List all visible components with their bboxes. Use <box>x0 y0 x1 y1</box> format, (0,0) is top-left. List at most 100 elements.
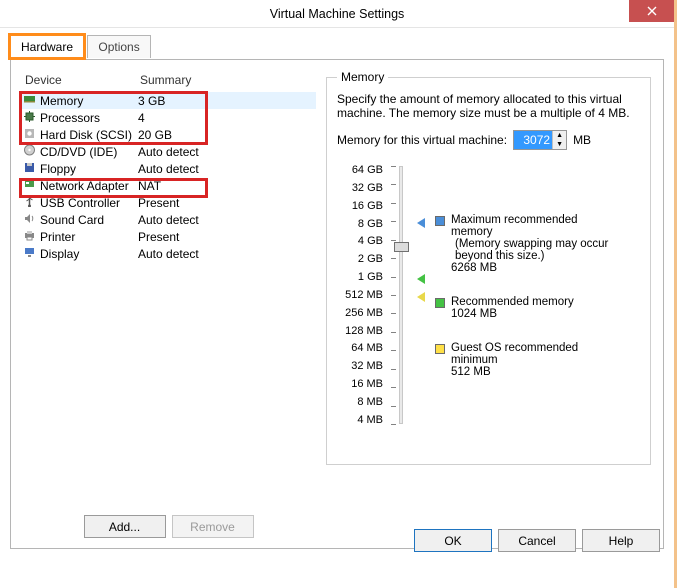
tick-label: 16 GB <box>337 200 383 212</box>
memory-input-label: Memory for this virtual machine: <box>337 133 507 147</box>
spinner-up[interactable]: ▲ <box>553 131 566 140</box>
spinner-down[interactable]: ▼ <box>553 140 566 149</box>
slider-track <box>399 166 403 424</box>
device-row[interactable]: DisplayAuto detect <box>21 245 316 262</box>
device-row[interactable]: Floppy Auto detect <box>21 160 316 177</box>
tick-label: 64 GB <box>337 164 383 176</box>
cpu-icon <box>23 110 36 125</box>
tick-label: 16 MB <box>337 378 383 390</box>
close-icon <box>647 6 657 16</box>
dialog-content: Hardware Options Device Summary Memory3 … <box>0 28 674 557</box>
ok-button[interactable]: OK <box>414 529 492 552</box>
memory-input-row: Memory for this virtual machine: ▲ ▼ MB <box>337 130 640 150</box>
sound-icon <box>23 212 36 227</box>
tick-label: 32 MB <box>337 360 383 372</box>
slider-markers <box>417 164 431 434</box>
usb-icon <box>23 195 36 210</box>
memory-slider[interactable] <box>389 164 413 426</box>
disk-icon <box>23 127 36 142</box>
tick-label: 128 MB <box>337 325 383 337</box>
col-device[interactable]: Device <box>21 70 136 92</box>
rec-label: Recommended memory <box>451 296 574 308</box>
device-name: Memory <box>40 94 83 108</box>
cancel-button[interactable]: Cancel <box>498 529 576 552</box>
dialog-footer: OK Cancel Help <box>414 529 660 552</box>
device-summary: NAT <box>138 179 314 193</box>
device-name: Hard Disk (SCSI) <box>40 128 132 142</box>
device-row[interactable]: Processors4 <box>21 109 316 126</box>
min-label: Guest OS recommended minimum <box>451 342 615 366</box>
window-title: Virtual Machine Settings <box>270 7 405 21</box>
device-summary: 20 GB <box>138 128 314 142</box>
col-summary[interactable]: Summary <box>136 70 316 92</box>
device-name: Sound Card <box>40 213 104 227</box>
max-rec-info: Maximum recommended memory (Memory swapp… <box>435 214 615 274</box>
memory-tick-labels: 64 GB32 GB16 GB8 GB4 GB2 GB1 GB512 MB256… <box>337 164 385 426</box>
floppy-icon <box>23 161 36 176</box>
max-rec-val: 6268 MB <box>451 262 615 274</box>
min-icon <box>435 344 445 354</box>
device-name: CD/DVD (IDE) <box>40 145 117 159</box>
tick-label: 1 GB <box>337 271 383 283</box>
close-button[interactable] <box>629 0 674 22</box>
memory-spinner[interactable]: ▲ ▼ <box>513 130 567 150</box>
device-list-header: Device Summary <box>21 70 316 92</box>
device-list: Memory3 GBProcessors4 Hard Disk (SCSI) 20 … <box>21 92 316 262</box>
device-name: Network Adapter <box>40 179 129 193</box>
tab-panel-hardware: Device Summary Memory3 GBProcessors4Hard… <box>10 59 664 549</box>
max-rec-note: (Memory swapping may occur beyond this s… <box>451 238 615 262</box>
device-row[interactable]: CD/DVD (IDE) Auto detect <box>21 143 316 160</box>
device-summary: 4 <box>138 111 314 125</box>
max-marker-icon <box>417 218 425 228</box>
tick-label: 512 MB <box>337 289 383 301</box>
memory-info: Maximum recommended memory (Memory swapp… <box>435 164 640 434</box>
device-row[interactable]: Network Adapter NAT <box>21 177 316 194</box>
tick-label: 8 MB <box>337 396 383 408</box>
net-icon <box>23 178 36 193</box>
device-name: Floppy <box>40 162 76 176</box>
tick-label: 8 GB <box>337 218 383 230</box>
device-summary: Present <box>138 196 314 210</box>
max-rec-label: Maximum recommended memory <box>451 214 615 238</box>
device-panel: Device Summary Memory3 GBProcessors4Hard… <box>21 70 316 538</box>
device-row[interactable]: USB Controller Present <box>21 194 316 211</box>
memory-legend: Memory <box>337 70 388 84</box>
rec-val: 1024 MB <box>451 308 574 320</box>
settings-panel: Memory Specify the amount of memory allo… <box>324 70 653 538</box>
tab-options[interactable]: Options <box>87 35 150 58</box>
min-val: 512 MB <box>451 366 615 378</box>
tick-label: 4 GB <box>337 235 383 247</box>
slider-thumb[interactable] <box>394 242 409 252</box>
add-button[interactable]: Add... <box>84 515 166 538</box>
device-row[interactable]: Memory3 GB <box>21 92 316 109</box>
titlebar: Virtual Machine Settings <box>0 0 674 28</box>
memory-unit: MB <box>573 133 591 147</box>
memory-desc: Specify the amount of memory allocated t… <box>337 92 640 120</box>
print-icon <box>23 229 36 244</box>
device-row[interactable]: Hard Disk (SCSI) 20 GB <box>21 126 316 143</box>
help-button[interactable]: Help <box>582 529 660 552</box>
tick-label: 2 GB <box>337 253 383 265</box>
rec-icon <box>435 298 445 308</box>
slider-ticks <box>391 166 397 424</box>
device-summary: Auto detect <box>138 162 314 176</box>
device-name: Printer <box>40 230 75 244</box>
min-info: Guest OS recommended minimum 512 MB <box>435 342 615 378</box>
tick-label: 4 MB <box>337 414 383 426</box>
tick-label: 256 MB <box>337 307 383 319</box>
device-summary: Auto detect <box>138 145 314 159</box>
max-rec-icon <box>435 216 445 226</box>
device-name: USB Controller <box>40 196 120 210</box>
spinner-buttons: ▲ ▼ <box>552 131 566 149</box>
rec-marker-icon <box>417 274 425 284</box>
device-row[interactable]: Sound CardAuto detect <box>21 211 316 228</box>
device-name: Display <box>40 247 79 261</box>
rec-info: Recommended memory 1024 MB <box>435 296 615 320</box>
min-marker-icon <box>417 292 425 302</box>
display-icon <box>23 246 36 261</box>
tab-hardware[interactable]: Hardware <box>10 35 84 58</box>
cd-icon <box>23 144 36 159</box>
remove-button[interactable]: Remove <box>172 515 254 538</box>
memory-value-input[interactable] <box>514 131 552 149</box>
device-row[interactable]: PrinterPresent <box>21 228 316 245</box>
